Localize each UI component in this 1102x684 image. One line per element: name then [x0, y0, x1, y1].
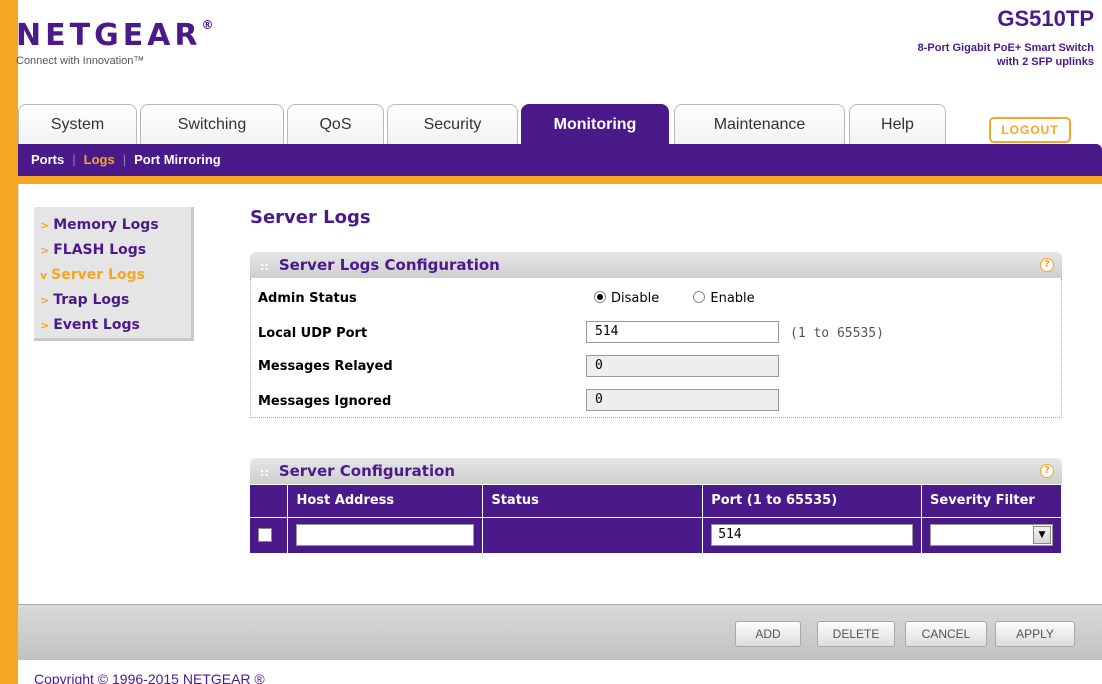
- drag-dots-icon: ::: [260, 466, 269, 479]
- radio-disable[interactable]: [594, 291, 606, 303]
- menu-item-event-logs[interactable]: > Event Logs: [40, 313, 191, 338]
- udp-port-range-hint: (1 to 65535): [790, 326, 884, 341]
- chevron-right-icon: >: [40, 219, 50, 232]
- row-select-cell: [250, 517, 289, 554]
- severity-filter-select[interactable]: ▼: [930, 524, 1053, 546]
- chevron-down-icon: v: [40, 269, 48, 282]
- chevron-right-icon: >: [40, 319, 50, 332]
- tab-system[interactable]: System: [18, 104, 137, 144]
- table-header-row: Host Address Status Port (1 to 65535) Se…: [250, 485, 1062, 518]
- admin-status-disable-option[interactable]: Disable: [594, 291, 659, 306]
- severity-filter-cell: ▼: [921, 517, 1062, 554]
- column-header-status: Status: [482, 485, 704, 518]
- help-icon[interactable]: ?: [1040, 258, 1054, 272]
- sub-navigation: Ports | Logs | Port Mirroring: [18, 144, 1102, 176]
- host-address-input[interactable]: [296, 524, 475, 546]
- subnav-logs[interactable]: Logs: [84, 144, 115, 176]
- copyright: Copyright © 1996-2015 NETGEAR ®: [34, 671, 265, 684]
- add-button[interactable]: ADD: [735, 621, 801, 647]
- column-header-port: Port (1 to 65535): [702, 485, 923, 518]
- server-config-table: Host Address Status Port (1 to 65535) Se…: [250, 485, 1062, 554]
- admin-status-radios: Disable Enable: [594, 291, 785, 306]
- orange-divider: [0, 176, 1102, 184]
- logs-config-header: :: Server Logs Configuration ?: [250, 252, 1062, 278]
- status-cell: [482, 517, 704, 554]
- subnav-ports[interactable]: Ports: [31, 144, 64, 176]
- tagline: Connect with Innovation™: [16, 55, 145, 67]
- delete-button[interactable]: DELETE: [817, 621, 895, 647]
- select-column-header: [250, 485, 289, 518]
- menu-item-trap-logs[interactable]: > Trap Logs: [40, 288, 191, 313]
- help-icon[interactable]: ?: [1040, 464, 1054, 478]
- tab-security[interactable]: Security: [387, 104, 518, 144]
- model-description: 8-Port Gigabit PoE+ Smart Switch with 2 …: [917, 42, 1094, 68]
- port-input[interactable]: 514: [711, 524, 914, 546]
- admin-status-label: Admin Status: [258, 291, 357, 306]
- host-address-cell: [287, 517, 484, 554]
- drag-dots-icon: ::: [260, 260, 269, 273]
- logout-button[interactable]: LOGOUT: [989, 117, 1071, 143]
- chevron-right-icon: >: [40, 244, 50, 257]
- chevron-down-icon[interactable]: ▼: [1033, 526, 1051, 544]
- tab-switching[interactable]: Switching: [140, 104, 284, 144]
- menu-item-server-logs[interactable]: v Server Logs: [40, 263, 191, 288]
- apply-button[interactable]: APPLY: [995, 621, 1075, 647]
- messages-relayed-value: 0: [586, 355, 779, 377]
- left-menu: > Memory Logs > FLASH Logs v Server Logs > T…: [34, 207, 194, 341]
- port-cell: 514: [702, 517, 923, 554]
- admin-status-enable-option[interactable]: Enable: [693, 291, 755, 306]
- messages-ignored-label: Messages Ignored: [258, 394, 392, 409]
- menu-item-flash-logs[interactable]: > FLASH Logs: [40, 238, 191, 263]
- tab-maintenance[interactable]: Maintenance: [674, 104, 845, 144]
- column-header-host-address: Host Address: [287, 485, 484, 518]
- tab-qos[interactable]: QoS: [287, 104, 384, 144]
- messages-ignored-value: 0: [586, 389, 779, 411]
- cancel-button[interactable]: CANCEL: [905, 621, 987, 647]
- chevron-right-icon: >: [40, 294, 50, 307]
- subnav-port-mirroring[interactable]: Port Mirroring: [134, 144, 221, 176]
- local-udp-port-label: Local UDP Port: [258, 326, 368, 341]
- tab-help[interactable]: Help: [849, 104, 946, 144]
- model-name: GS510TP: [997, 6, 1094, 31]
- menu-item-memory-logs[interactable]: > Memory Logs: [40, 213, 191, 238]
- netgear-logo: NETGEAR®: [16, 18, 214, 53]
- radio-enable[interactable]: [693, 291, 706, 303]
- table-row: 514 ▼: [250, 517, 1062, 554]
- page-title: Server Logs: [250, 207, 371, 228]
- left-orange-border: [0, 0, 18, 684]
- messages-relayed-label: Messages Relayed: [258, 359, 393, 374]
- column-header-severity-filter: Severity Filter: [921, 485, 1062, 518]
- server-config-header: :: Server Configuration ?: [250, 458, 1062, 484]
- row-select-checkbox[interactable]: [258, 528, 272, 542]
- local-udp-port-input[interactable]: 514: [586, 321, 779, 343]
- tab-monitoring[interactable]: Monitoring: [521, 104, 669, 144]
